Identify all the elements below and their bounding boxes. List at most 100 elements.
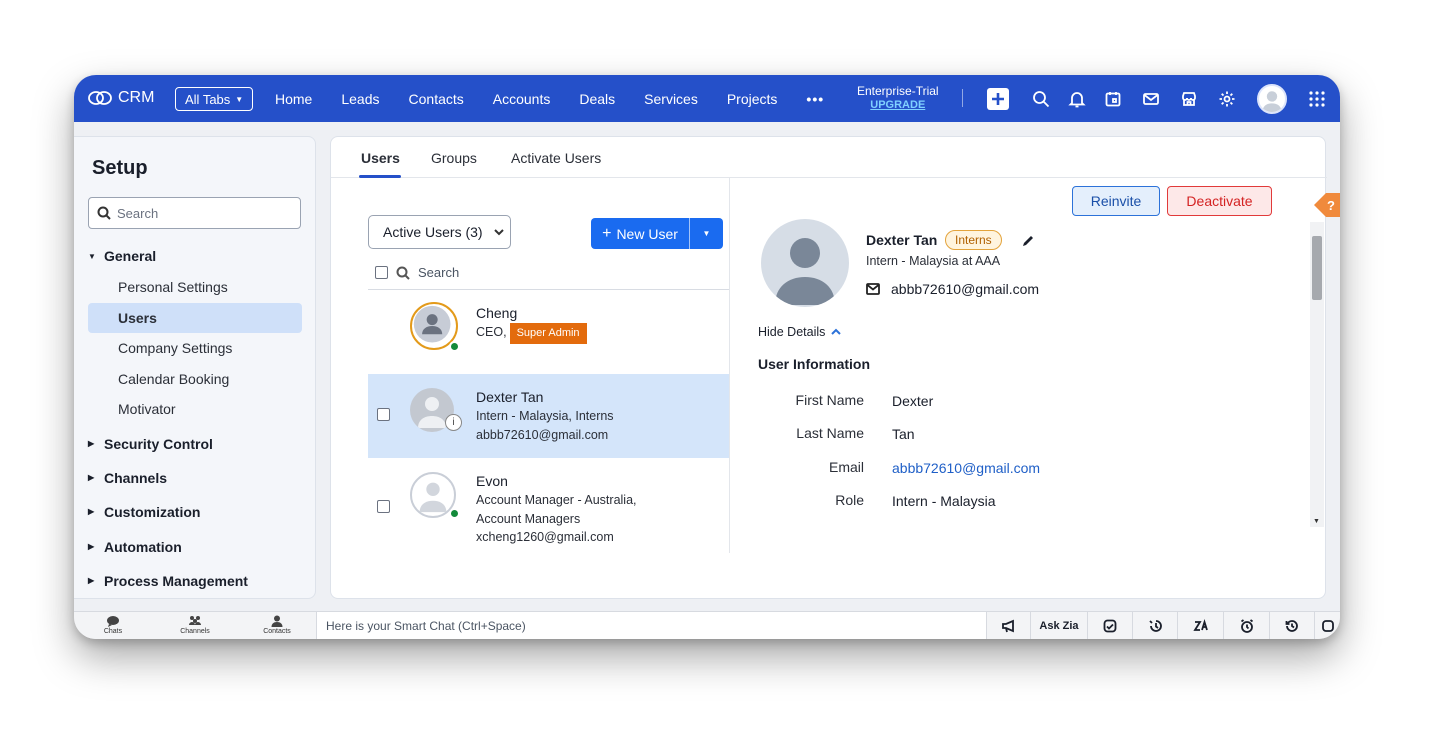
recent-items-button[interactable] (1269, 612, 1314, 639)
ask-zia-button[interactable]: Ask Zia (1030, 612, 1087, 639)
apps-grid-button[interactable] (1306, 88, 1328, 110)
field-value-email[interactable]: abbb72610@gmail.com (892, 460, 1040, 476)
chevron-up-icon (831, 328, 842, 335)
notifications-button[interactable] (1066, 88, 1088, 110)
section-channels[interactable]: ▶ Channels (74, 462, 316, 494)
new-user-label-area[interactable]: + New User (591, 218, 690, 249)
user-avatar-icon (1262, 91, 1282, 112)
history-icon (1149, 620, 1162, 632)
edit-pencil-icon[interactable] (1021, 234, 1035, 248)
nav-accounts[interactable]: Accounts (493, 91, 551, 107)
user-meta: Account Manager - Australia, Account Man… (476, 491, 637, 547)
section-customization[interactable]: ▶ Customization (74, 496, 316, 528)
crm-logo[interactable]: CRM (88, 89, 154, 107)
user-avatar-icon (775, 238, 835, 305)
recent-activity-button[interactable] (1132, 612, 1177, 639)
plan-name: Enterprise-Trial (857, 84, 939, 98)
more-tools-button[interactable] (1314, 612, 1340, 639)
detail-role-company: Intern - Malaysia at AAA (866, 254, 1001, 268)
online-status-dot (449, 341, 460, 352)
tab-activate-users[interactable]: Activate Users (511, 150, 601, 166)
quick-create-button[interactable] (987, 88, 1009, 110)
sidebar-item-motivator[interactable]: Motivator (74, 394, 316, 425)
tab-users[interactable]: Users (361, 150, 400, 166)
sidebar-item-users[interactable]: Users (88, 302, 302, 333)
crm-window: CRM All Tabs ▼ Home Leads Contacts Accou… (74, 75, 1340, 639)
new-user-button[interactable]: + New User ▼ (591, 218, 723, 249)
setup-search-input[interactable]: Search (88, 197, 301, 229)
user-row-cheng[interactable]: Cheng CEO, Super Admin (368, 290, 729, 374)
user-name: Cheng (476, 305, 518, 321)
setup-menu: ▼ General Personal Settings Users Company… (74, 240, 316, 597)
marketplace-button[interactable] (1178, 88, 1200, 110)
section-process-management[interactable]: ▶ Process Management (74, 565, 316, 597)
field-value-last-name: Tan (892, 426, 915, 442)
zia-insights-button[interactable] (1087, 612, 1132, 639)
clock-history-icon (1285, 620, 1298, 632)
section-general-label: General (104, 248, 157, 264)
user-list-search[interactable]: Search (375, 265, 459, 280)
section-security-control[interactable]: ▶ Security Control (74, 428, 316, 460)
group-icon (189, 616, 201, 625)
nav-projects[interactable]: Projects (727, 91, 778, 107)
svg-text:?: ? (1327, 198, 1335, 213)
deactivate-button[interactable]: Deactivate (1167, 186, 1272, 216)
user-group: Account Managers (476, 511, 581, 526)
detail-user-name: Dexter Tan (866, 232, 938, 248)
hide-details-toggle[interactable]: Hide Details (758, 325, 842, 339)
row-checkbox[interactable] (377, 408, 390, 421)
channels-button[interactable]: Channels (170, 615, 220, 635)
search-button[interactable] (1030, 88, 1052, 110)
reinvite-button[interactable]: Reinvite (1072, 186, 1160, 216)
section-automation[interactable]: ▶ Automation (74, 531, 316, 563)
nav-home[interactable]: Home (275, 91, 312, 107)
section-label: Security Control (104, 435, 213, 452)
panel-divider (729, 178, 730, 553)
apps-icon (1321, 620, 1334, 632)
sidebar-item-company-settings[interactable]: Company Settings (74, 333, 316, 364)
select-all-checkbox[interactable] (375, 266, 388, 279)
smart-chat-input[interactable]: Here is your Smart Chat (Ctrl+Space) (316, 612, 986, 639)
all-tabs-dropdown[interactable]: All Tabs ▼ (175, 87, 254, 111)
tab-groups[interactable]: Groups (431, 150, 477, 166)
upgrade-link[interactable]: UPGRADE (857, 98, 939, 112)
gear-icon (1219, 91, 1235, 107)
user-avatar-icon (419, 482, 447, 513)
mail-button[interactable] (1140, 88, 1162, 110)
nav-contacts[interactable]: Contacts (409, 91, 464, 107)
zia-button[interactable] (1177, 612, 1223, 639)
scrollbar-thumb[interactable] (1312, 236, 1322, 300)
calendar-button[interactable] (1102, 88, 1124, 110)
sidebar-item-personal-settings[interactable]: Personal Settings (74, 272, 316, 303)
section-label: Process Management (104, 572, 248, 589)
profile-avatar[interactable] (1257, 84, 1287, 114)
nav-deals[interactable]: Deals (579, 91, 615, 107)
settings-button[interactable] (1216, 88, 1238, 110)
detail-scrollbar[interactable]: ▼ (1310, 222, 1324, 527)
user-row-evon[interactable]: Evon Account Manager - Australia, Accoun… (368, 458, 729, 552)
search-icon (396, 266, 410, 280)
calendar-icon (1105, 92, 1121, 107)
contacts-button[interactable]: Contacts (252, 615, 302, 635)
caret-right-icon: ▶ (88, 473, 95, 482)
user-avatar-icon (413, 305, 451, 343)
nav-leads[interactable]: Leads (341, 91, 379, 107)
help-icon[interactable]: ? (1300, 185, 1340, 225)
announcements-button[interactable] (986, 612, 1030, 639)
user-row-dexter-tan[interactable]: i Dexter Tan Intern - Malaysia, Interns … (368, 374, 729, 458)
new-user-label: New User (616, 225, 678, 242)
chats-button[interactable]: Chats (88, 615, 138, 635)
smart-chat-placeholder: Here is your Smart Chat (Ctrl+Space) (326, 619, 526, 633)
row-checkbox[interactable] (377, 500, 390, 513)
search-icon (1033, 91, 1050, 108)
nav-services[interactable]: Services (644, 91, 698, 107)
sidebar-item-calendar-booking[interactable]: Calendar Booking (74, 364, 316, 395)
contacts-label: Contacts (263, 628, 291, 635)
new-user-menu-toggle[interactable]: ▼ (690, 229, 723, 238)
plan-info: Enterprise-Trial UPGRADE (857, 84, 939, 112)
reminders-button[interactable] (1223, 612, 1269, 639)
user-filter-dropdown[interactable]: Active Users (3) (368, 215, 511, 249)
nav-more[interactable]: ••• (806, 91, 824, 107)
section-general[interactable]: ▼ General (74, 240, 316, 272)
scroll-down-arrow[interactable]: ▼ (1313, 518, 1320, 525)
